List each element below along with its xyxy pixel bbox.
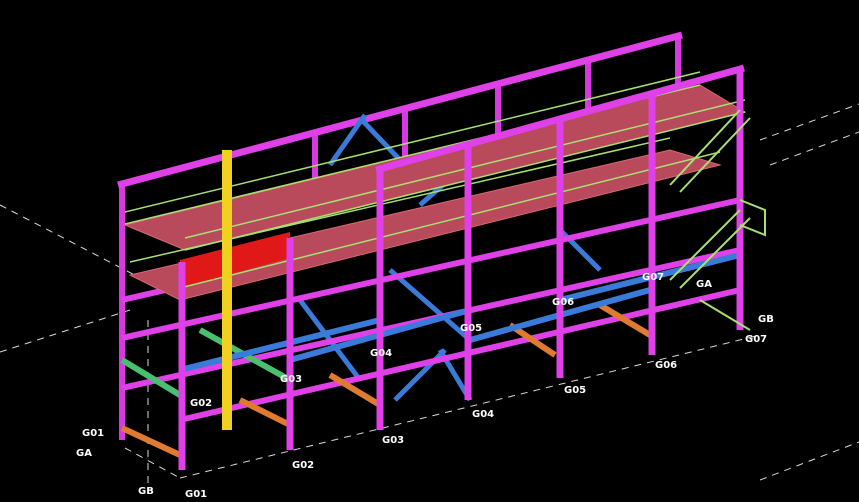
grid-line-gb-left xyxy=(0,204,151,284)
label-g04-bottom: G04 xyxy=(472,409,494,420)
label-g04-mid: G04 xyxy=(370,348,392,359)
grid-line-right-mid xyxy=(769,131,859,166)
label-gb-bottom: GB xyxy=(138,486,154,497)
grid-line-ga-left xyxy=(0,309,131,353)
label-gb-right: GB xyxy=(758,314,774,325)
stair-platform xyxy=(739,199,766,237)
label-ga-left: GA xyxy=(76,448,92,459)
cad-viewport[interactable]: G01 GA GB G01 G02 G03 G04 G05 G06 G02 G0… xyxy=(0,0,859,502)
grid-line-right-top xyxy=(759,103,859,141)
label-g01-bottom: G01 xyxy=(185,489,207,500)
label-g03-mid: G03 xyxy=(280,374,302,385)
label-g05-mid: G05 xyxy=(460,323,482,334)
label-ga-right: GA xyxy=(696,279,712,290)
label-g03-bottom: G03 xyxy=(382,435,404,446)
label-g05-bottom: G05 xyxy=(564,385,586,396)
label-g07-right: G07 xyxy=(745,334,767,345)
yellow-column xyxy=(222,150,232,430)
label-g02-bottom: G02 xyxy=(292,460,314,471)
beam-orange xyxy=(238,397,292,428)
label-g06-bottom: G06 xyxy=(655,360,677,371)
label-g06-mid: G06 xyxy=(552,297,574,308)
label-g01-left: G01 xyxy=(82,428,104,439)
steel-structure-3d-model: G01 GA GB G01 G02 G03 G04 G05 G06 G02 G0… xyxy=(0,31,859,500)
stair-flight-lower xyxy=(669,209,741,281)
label-g07-mid: G07 xyxy=(642,272,664,283)
grid-line-right-low xyxy=(759,441,859,481)
label-g02-mid: G02 xyxy=(190,398,212,409)
